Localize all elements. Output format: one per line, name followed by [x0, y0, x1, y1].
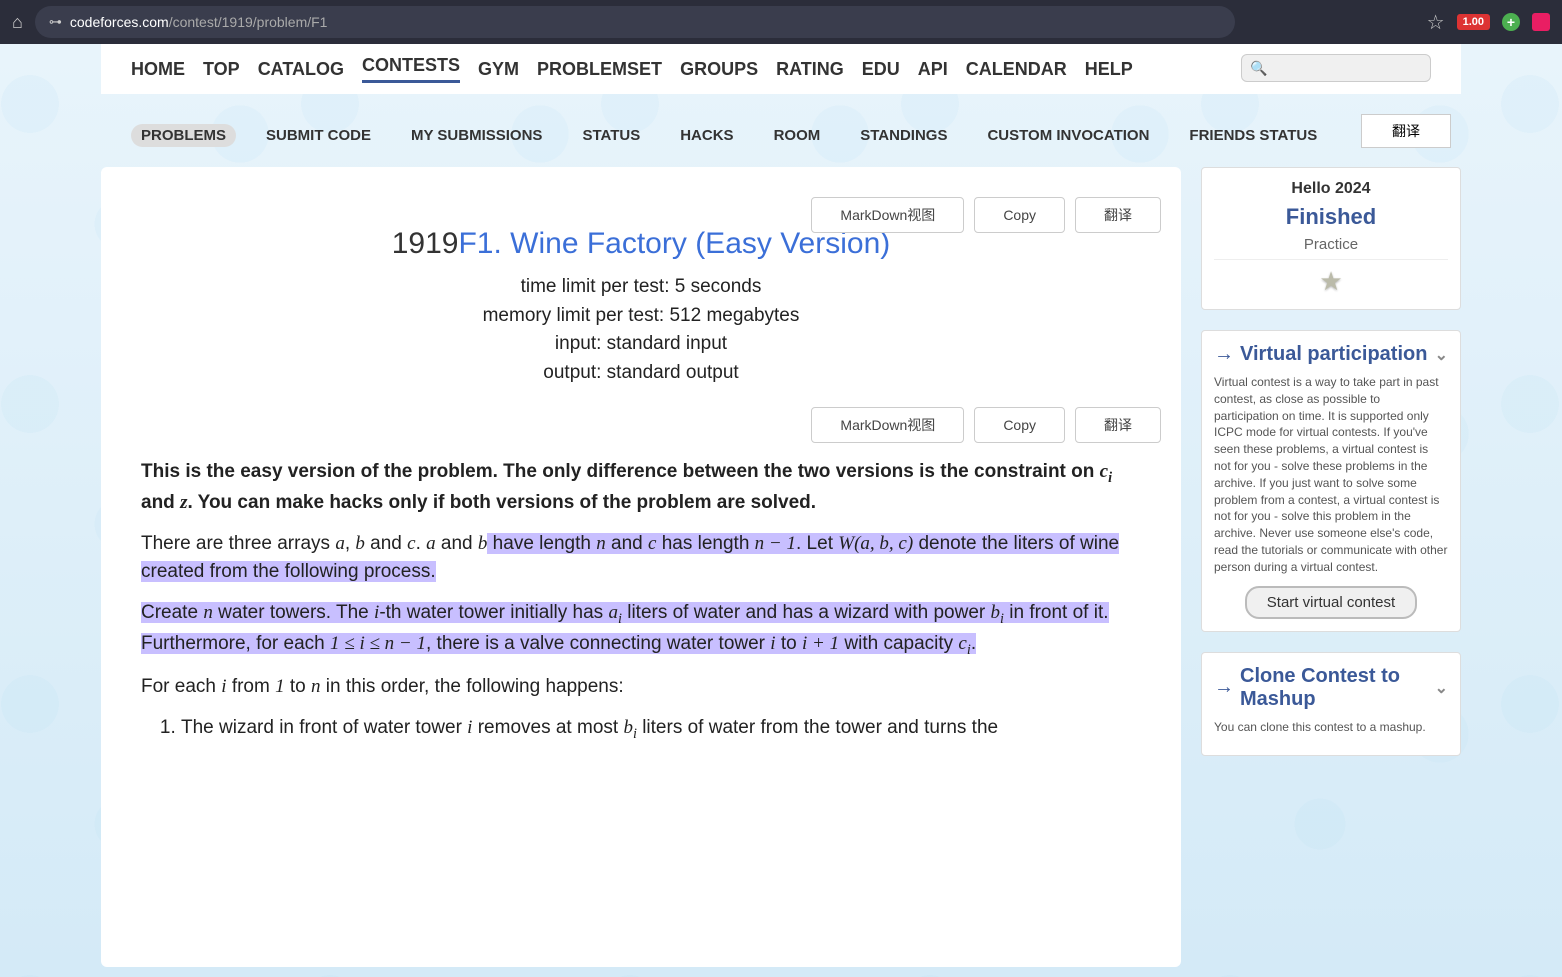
favorite-star-icon[interactable]: ★ [1319, 266, 1342, 296]
nav-help[interactable]: HELP [1085, 59, 1133, 80]
markdown-view-button[interactable]: MarkDown视图 [811, 197, 964, 233]
paragraph-arrays: There are three arrays a, b and c. a and… [141, 530, 1141, 587]
time-limit: time limit per test: 5 seconds [121, 273, 1161, 302]
url-bar[interactable]: ⊶ codeforces.com /contest/1919/problem/F… [35, 6, 1235, 38]
vp-text: Virtual contest is a way to take part in… [1214, 374, 1448, 576]
nav-api[interactable]: API [918, 59, 948, 80]
vp-header[interactable]: → Virtual participation ⌄ [1214, 343, 1448, 366]
url-domain: codeforces.com [70, 14, 169, 30]
translate-button[interactable]: 翻译 [1075, 197, 1161, 233]
start-virtual-contest-button[interactable]: Start virtual contest [1245, 586, 1417, 619]
main-nav: HOME TOP CATALOG CONTESTS GYM PROBLEMSET… [101, 44, 1461, 94]
nav-contests[interactable]: CONTESTS [362, 55, 460, 83]
virtual-participation-box: → Virtual participation ⌄ Virtual contes… [1201, 330, 1461, 632]
output-spec: output: standard output [121, 359, 1161, 388]
search-input[interactable]: 🔍 [1241, 54, 1431, 82]
clone-contest-box: → Clone Contest to Mashup ⌄ You can clon… [1201, 652, 1461, 757]
bookmark-star-icon[interactable]: ☆ [1427, 10, 1445, 35]
nav-edu[interactable]: EDU [862, 59, 900, 80]
practice-label: Practice [1214, 236, 1448, 253]
home-icon[interactable]: ⌂ [12, 12, 23, 33]
subnav-submit[interactable]: SUBMIT CODE [256, 124, 381, 147]
problem-panel: MarkDown视图 Copy 翻译 1919F1. Wine Factory … [101, 167, 1181, 967]
subnav-my-submissions[interactable]: MY SUBMISSIONS [401, 124, 552, 147]
contest-sub-nav: PROBLEMS SUBMIT CODE MY SUBMISSIONS STAT… [101, 94, 1461, 157]
contest-info-box: Hello 2024 Finished Practice ★ [1201, 167, 1461, 310]
subnav-problems[interactable]: PROBLEMS [131, 124, 236, 147]
nav-home[interactable]: HOME [131, 59, 185, 80]
steps-list: The wizard in front of water tower i rem… [181, 714, 1141, 745]
paragraph-loop: For each i from 1 to n in this order, th… [141, 673, 1141, 702]
contest-name: Hello 2024 [1214, 180, 1448, 198]
paragraph-towers: Create n water towers. The i-th water to… [141, 599, 1141, 661]
subnav-standings[interactable]: STANDINGS [850, 124, 957, 147]
problem-limits: time limit per test: 5 seconds memory li… [121, 273, 1161, 387]
translate-button-2[interactable]: 翻译 [1075, 407, 1161, 443]
url-path: /contest/1919/problem/F1 [169, 14, 328, 30]
step-1: The wizard in front of water tower i rem… [181, 714, 1141, 745]
subnav-room[interactable]: ROOM [764, 124, 831, 147]
subnav-hacks[interactable]: HACKS [670, 124, 743, 147]
browser-bar: ⌂ ⊶ codeforces.com /contest/1919/problem… [0, 0, 1562, 44]
copy-button-2[interactable]: Copy [974, 407, 1065, 443]
memory-limit: memory limit per test: 512 megabytes [121, 302, 1161, 331]
problem-number: 1919 [392, 227, 459, 260]
translate-button-top[interactable]: 翻译 [1361, 114, 1451, 148]
clone-header[interactable]: → Clone Contest to Mashup ⌄ [1214, 665, 1448, 711]
arrow-icon: → [1214, 676, 1234, 699]
site-info-icon: ⊶ [49, 14, 62, 30]
nav-rating[interactable]: RATING [776, 59, 844, 80]
chevron-down-icon: ⌄ [1435, 678, 1448, 698]
clone-text: You can clone this contest to a mashup. [1214, 719, 1448, 736]
subnav-status[interactable]: STATUS [572, 124, 650, 147]
subnav-friends-status[interactable]: FRIENDS STATUS [1179, 124, 1327, 147]
sidebar: Hello 2024 Finished Practice ★ → Virtual… [1201, 167, 1461, 756]
nav-catalog[interactable]: CATALOG [258, 59, 344, 80]
extension-plus-icon[interactable]: + [1502, 13, 1520, 31]
search-icon: 🔍 [1250, 60, 1267, 77]
intro-paragraph: This is the easy version of the problem.… [141, 458, 1141, 518]
subnav-custom-invocation[interactable]: CUSTOM INVOCATION [977, 124, 1159, 147]
nav-gym[interactable]: GYM [478, 59, 519, 80]
problem-statement: This is the easy version of the problem.… [121, 458, 1161, 745]
nav-calendar[interactable]: CALENDAR [966, 59, 1067, 80]
input-spec: input: standard input [121, 330, 1161, 359]
nav-top[interactable]: TOP [203, 59, 240, 80]
markdown-view-button-2[interactable]: MarkDown视图 [811, 407, 964, 443]
copy-button[interactable]: Copy [974, 197, 1065, 233]
nav-groups[interactable]: GROUPS [680, 59, 758, 80]
nav-problemset[interactable]: PROBLEMSET [537, 59, 662, 80]
chevron-down-icon: ⌄ [1435, 345, 1448, 365]
extension-translate-icon[interactable] [1532, 13, 1550, 31]
contest-status[interactable]: Finished [1214, 204, 1448, 230]
arrow-icon: → [1214, 343, 1234, 366]
extension-badge[interactable]: 1.00 [1457, 14, 1490, 30]
